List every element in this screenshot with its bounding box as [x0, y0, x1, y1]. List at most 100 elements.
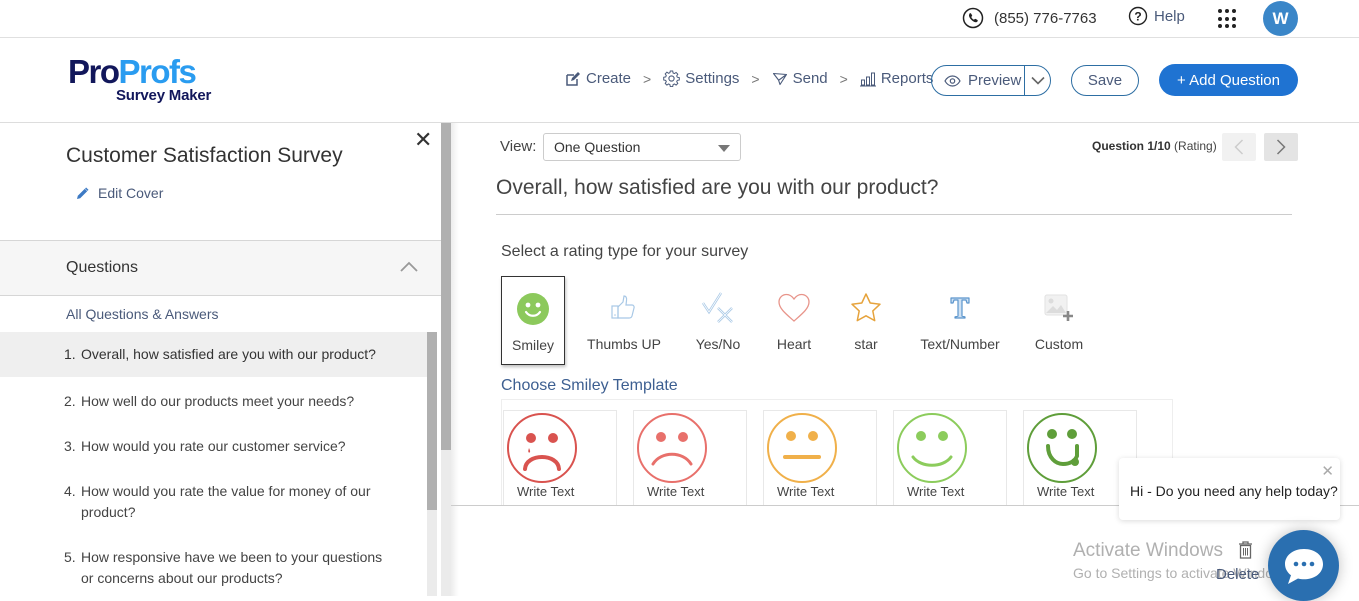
smiley-template-sad[interactable]: Write Text [633, 410, 747, 506]
question-number: 5. [64, 549, 76, 565]
rating-type-label: Yes/No [695, 336, 741, 352]
rating-type-prompt: Select a rating type for your survey [501, 243, 749, 260]
template-write-text[interactable]: Write Text [1037, 484, 1094, 499]
sad-face-icon [637, 413, 707, 483]
gear-icon [663, 70, 681, 87]
svg-text:?: ? [1134, 10, 1141, 24]
chevron-down-icon [1030, 76, 1045, 85]
step-reports[interactable]: Reports [859, 70, 933, 87]
question-number: 3. [64, 438, 76, 454]
preview-button[interactable]: Preview [932, 66, 1025, 95]
edit-icon [566, 71, 580, 86]
trash-icon[interactable] [1238, 541, 1253, 559]
view-selected-value: One Question [554, 139, 641, 155]
chat-launcher-button[interactable] [1268, 530, 1339, 601]
rating-type-heart[interactable]: Heart [770, 276, 818, 365]
add-question-button[interactable]: + Add Question [1159, 64, 1298, 96]
next-question-button[interactable] [1264, 133, 1298, 161]
watermark-line1: Activate Windows [1073, 540, 1223, 561]
workflow-steps: Create > Settings > Send > Reports [565, 70, 933, 87]
phone-icon [962, 7, 984, 29]
eye-icon [944, 74, 961, 87]
questions-header-label: Questions [66, 259, 139, 276]
heart-icon [778, 293, 810, 322]
image-add-icon [1044, 294, 1073, 321]
template-write-text[interactable]: Write Text [777, 484, 834, 499]
rating-type-smiley[interactable]: Smiley [501, 276, 565, 365]
rating-type-yes-no[interactable]: Yes/No [688, 276, 748, 365]
edit-cover-label: Edit Cover [98, 185, 164, 201]
user-avatar[interactable]: W [1263, 1, 1298, 36]
step-send[interactable]: Send [772, 70, 828, 87]
bar-chart-icon [859, 72, 876, 86]
help-icon: ? [1128, 6, 1148, 26]
very-happy-face-icon [1027, 413, 1097, 483]
help-label: Help [1154, 7, 1185, 25]
logo-pro: Pro [68, 53, 120, 90]
chevron-right-icon: > [751, 70, 760, 87]
question-number: 1. [64, 346, 76, 362]
text-t-icon [950, 297, 970, 319]
question-list-item[interactable]: 2. How well do our products meet your ne… [0, 377, 427, 422]
edit-cover-link[interactable]: Edit Cover [76, 185, 163, 201]
thumbs-up-icon [611, 295, 635, 319]
question-list-item[interactable]: 1. Overall, how satisfied are you with o… [0, 332, 427, 377]
preview-dropdown-toggle[interactable] [1025, 76, 1050, 85]
close-sidebar-icon[interactable]: ✕ [414, 129, 432, 151]
view-select[interactable]: One Question [543, 133, 741, 161]
question-text: How would you rate the value for money o… [81, 483, 371, 520]
step-create[interactable]: Create [565, 70, 631, 87]
template-write-text[interactable]: Write Text [647, 484, 704, 499]
survey-title: Customer Satisfaction Survey [66, 144, 343, 167]
step-send-label: Send [792, 70, 828, 87]
rating-type-custom[interactable]: Custom [1031, 276, 1087, 365]
phone-contact[interactable]: (855) 776-7763 [962, 7, 1097, 29]
smiley-template-neutral[interactable]: Write Text [763, 410, 877, 506]
watermark-line2: Go to Settings to activate Windows. [1073, 565, 1294, 581]
choose-template-heading: Choose Smiley Template [501, 377, 678, 394]
question-list-item[interactable]: 4. How would you rate the value for mone… [0, 467, 427, 533]
template-write-text[interactable]: Write Text [907, 484, 964, 499]
question-list-scrollbar[interactable] [427, 332, 437, 596]
close-chat-popup-icon[interactable]: ✕ [1321, 462, 1334, 480]
sidebar-shadow [451, 123, 459, 596]
questions-section-header[interactable]: Questions [0, 240, 441, 296]
rating-type-text-number[interactable]: Text/Number [916, 276, 1004, 365]
smiley-template-happy[interactable]: Write Text [893, 410, 1007, 506]
question-title[interactable]: Overall, how satisfied are you with our … [496, 176, 938, 200]
top-utility-bar: (855) 776-7763 ? Help W [0, 0, 1359, 38]
chat-bubble-icon [1284, 548, 1323, 584]
rating-type-label: Custom [1034, 336, 1084, 352]
windows-activation-watermark: Activate Windows Go to Settings to activ… [1073, 540, 1294, 581]
template-write-text[interactable]: Write Text [517, 484, 574, 499]
proprofs-logo[interactable]: ProProfs Survey Maker [68, 53, 211, 104]
save-button[interactable]: Save [1071, 65, 1139, 96]
question-list-item[interactable]: 5. How responsive have we been to your q… [0, 533, 427, 599]
rating-type-label: Smiley [511, 337, 554, 353]
chat-greeting-popup[interactable]: ✕ Hi - Do you need any help today? [1119, 458, 1340, 520]
step-settings[interactable]: Settings [663, 70, 739, 87]
question-counter: Question 1/10 (Rating) [1092, 139, 1217, 153]
rating-type-label: Text/Number [920, 336, 1000, 352]
question-list-item[interactable]: 3. How would you rate our customer servi… [0, 422, 427, 467]
smiley-template-crying[interactable]: Write Text [503, 410, 617, 506]
all-questions-answers-link[interactable]: All Questions & Answers [66, 306, 219, 322]
apps-grid-icon[interactable] [1218, 9, 1238, 29]
rating-type-thumbs-up[interactable]: Thumbs UP [584, 276, 664, 365]
neutral-face-icon [767, 413, 837, 483]
rating-type-label: Thumbs UP [587, 336, 661, 352]
sidebar-scrollbar[interactable] [441, 123, 451, 596]
previous-question-button[interactable] [1222, 133, 1256, 161]
rating-type-star[interactable]: star [845, 276, 887, 365]
scrollbar-thumb[interactable] [441, 123, 451, 450]
help-link[interactable]: ? Help [1128, 6, 1185, 26]
delete-question-button[interactable]: Delete [1216, 566, 1259, 583]
chevron-right-icon: > [643, 70, 652, 87]
phone-number: (855) 776-7763 [994, 9, 1097, 27]
question-text: How responsive have we been to your ques… [81, 549, 383, 586]
question-text: Overall, how satisfied are you with our … [81, 346, 376, 362]
view-label: View: [500, 138, 537, 155]
scrollbar-thumb[interactable] [427, 332, 437, 510]
step-settings-label: Settings [685, 70, 740, 87]
question-text: How would you rate our customer service? [81, 438, 346, 454]
